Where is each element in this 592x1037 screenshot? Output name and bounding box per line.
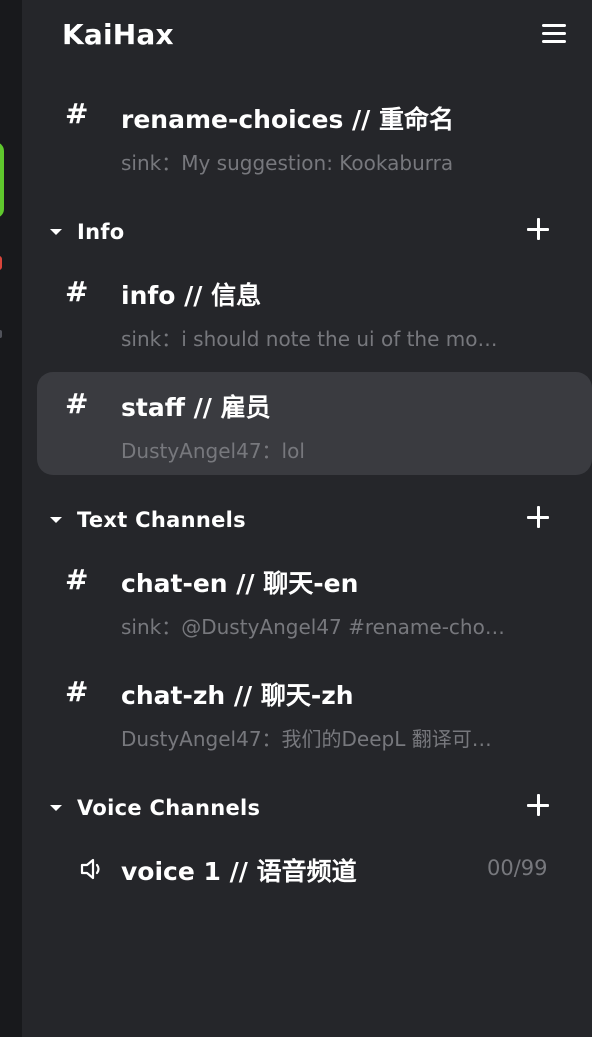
category-label: Info [77,220,125,244]
plus-icon[interactable] [527,218,549,240]
plus-icon[interactable] [527,506,549,528]
channel-last-message: DustyAngel47：lol [121,439,305,463]
channel-item-chat-en[interactable]: # chat-en // 聊天-en sink：@DustyAngel47 #r… [37,550,592,650]
voice-user-count: 00/99 [487,856,548,880]
channel-name: info // 信息 [121,281,262,310]
channel-item-rename-choices[interactable]: # rename-choices // 重命名 sink：My suggesti… [37,86,592,186]
channel-name: staff // 雇员 [121,393,271,422]
caret-down-icon[interactable] [50,517,62,523]
category-info[interactable]: Info [22,216,592,250]
server-unread-indicator [0,256,2,270]
channel-item-staff[interactable]: # staff // 雇员 DustyAngel47：lol [37,372,592,475]
channel-item-chat-zh[interactable]: # chat-zh // 聊天-zh DustyAngel47：我们的DeepL… [37,662,592,762]
channel-name: chat-zh // 聊天-zh [121,681,354,710]
channel-name: rename-choices // 重命名 [121,105,455,134]
category-text-channels[interactable]: Text Channels [22,504,592,538]
hamburger-icon[interactable] [540,22,568,46]
channel-last-message: sink：My suggestion: Kookaburra [121,151,454,175]
server-rail [0,0,22,1037]
hash-icon: # [65,275,89,308]
server-selected-indicator[interactable] [0,142,4,218]
category-voice-channels[interactable]: Voice Channels [22,792,592,826]
speaker-icon [80,858,100,880]
voice-channel-item-voice-1[interactable]: voice 1 // 语音频道 00/99 [37,846,592,894]
voice-channel-name: voice 1 // 语音频道 [121,857,357,886]
channel-last-message: DustyAngel47：我们的DeepL 翻译可… [121,727,492,751]
hash-icon: # [65,97,89,130]
category-label: Voice Channels [77,796,261,820]
plus-icon[interactable] [527,794,549,816]
server-name[interactable]: KaiHax [62,18,174,51]
server-indicator [0,330,2,338]
caret-down-icon[interactable] [50,229,62,235]
category-label: Text Channels [77,508,246,532]
hash-icon: # [65,387,89,420]
hash-icon: # [65,563,89,596]
channel-item-info[interactable]: # info // 信息 sink：i should note the ui o… [37,262,592,362]
channel-name: chat-en // 聊天-en [121,569,359,598]
channel-sidebar: KaiHax # rename-choices // 重命名 sink：My s… [22,0,592,1037]
caret-down-icon[interactable] [50,805,62,811]
hash-icon: # [65,675,89,708]
channel-last-message: sink：i should note the ui of the mo… [121,327,498,351]
channel-last-message: sink：@DustyAngel47 #rename-cho… [121,615,505,639]
